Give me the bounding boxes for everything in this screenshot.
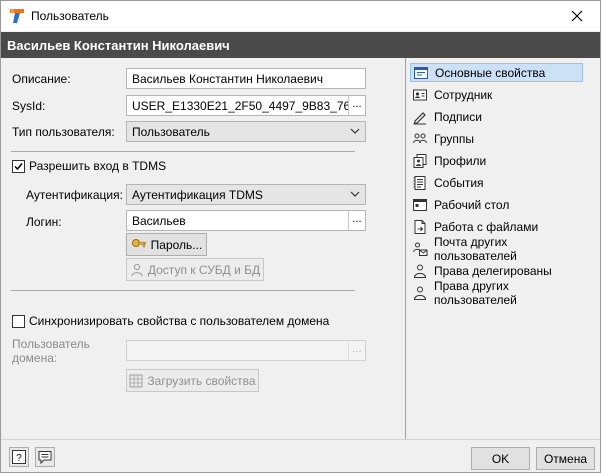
profiles-icon [413,153,427,168]
table-icon [129,374,143,387]
domain-user-field[interactable]: ... [126,340,366,361]
nav-item-other-users-rights[interactable]: Права других пользователей [410,279,583,307]
nav-item-signatures[interactable]: Подписи [410,107,583,126]
nav-item-label: События [434,175,484,190]
user-name-header: Васильев Константин Николаевич [1,32,600,58]
nav-item-delegated-rights[interactable]: Права делегированы [410,261,583,280]
svg-text:?: ? [16,453,22,464]
dialog-footer: ? OK Отмена [1,439,600,472]
chevron-down-icon [350,128,360,134]
user-type-select[interactable]: Пользователь [126,121,366,142]
user-type-label: Тип пользователя: [12,125,115,139]
description-field[interactable]: Васильев Константин Николаевич [126,68,366,89]
main-properties-panel: Описание: Васильев Константин Николаевич… [1,58,404,438]
nav-item-label: Работа с файлами [434,219,539,234]
employee-icon [413,89,427,100]
comment-button[interactable] [35,447,55,467]
description-label: Описание: [12,72,71,86]
nav-item-groups[interactable]: Группы [410,129,583,148]
person-icon [131,263,143,276]
login-label: Логин: [26,215,62,229]
sysid-value: USER_E1330E21_2F50_4497_9B83_7663017 [132,99,366,113]
files-icon [414,219,426,234]
nav-item-events[interactable]: События [410,173,583,192]
dbms-access-button-label: Доступ к СУБД и БД [147,262,261,277]
nav-item-label: Сотрудник [434,87,493,102]
nav-item-desktop[interactable]: Рабочий стол [410,195,583,214]
help-icon: ? [12,450,26,464]
login-value: Васильев [132,214,186,228]
close-button[interactable] [554,1,600,31]
nav-item-label: Права делегированы [434,263,552,278]
sync-domain-label: Синхронизировать свойства с пользователе… [29,314,330,328]
nav-item-label: Рабочий стол [434,197,510,212]
separator [11,151,355,152]
auth-value: Аутентификация TDMS [132,188,263,202]
groups-icon [413,133,427,143]
load-properties-button-label: Загрузить свойства [147,373,256,388]
checkbox-checked-icon [12,159,25,173]
events-icon [413,175,426,190]
chevron-down-icon [350,191,360,197]
nav-item-files[interactable]: Работа с файлами [410,217,583,236]
nav-item-label: Группы [434,131,474,146]
nav-item-profiles[interactable]: Профили [410,151,583,170]
nav-item-label: Почта других пользователей [434,234,517,263]
load-properties-button[interactable]: Загрузить свойства [126,369,259,392]
title-bar: Пользователь [1,1,600,31]
other-users-rights-icon [413,286,427,300]
login-browse-button[interactable]: ... [348,211,365,230]
nav-item-label: Основные свойства [435,65,546,80]
nav-item-label: Подписи [434,109,482,124]
window-title: Пользователь [31,9,109,23]
mail-users-icon [413,242,428,256]
user-type-value: Пользователь [132,125,210,139]
domain-user-label: Пользователь домена: [12,337,90,365]
sysid-field[interactable]: USER_E1330E21_2F50_4497_9B83_7663017 ... [126,95,366,116]
cancel-button[interactable]: Отмена [536,447,595,470]
close-icon [571,10,583,22]
nav-item-other-users-mail[interactable]: Почта других пользователей [410,235,583,263]
properties-icon [414,66,428,79]
password-button[interactable]: Пароль... [126,233,207,256]
section-navigation: Основные свойства Сотрудник Подписи Груп… [405,58,600,439]
auth-label: Аутентификация: [26,188,123,202]
description-value: Васильев Константин Николаевич [132,72,323,86]
checkbox-unchecked-icon [12,314,25,328]
sysid-label: SysId: [12,99,46,113]
nav-item-main-properties[interactable]: Основные свойства [410,63,583,82]
nav-item-label: Профили [434,153,487,168]
delegated-rights-icon [413,264,427,278]
nav-item-label: Права других пользователей [434,278,517,307]
auth-select[interactable]: Аутентификация TDMS [126,184,366,205]
tdms-app-icon [10,9,24,23]
help-button[interactable]: ? [9,447,29,467]
nav-item-employee[interactable]: Сотрудник [410,85,583,104]
user-dialog: Пользователь Васильев Константин Николае… [0,0,601,473]
allow-login-label: Разрешить вход в TDMS [29,159,167,173]
key-icon [131,238,146,247]
domain-user-browse-button[interactable]: ... [348,341,365,360]
comment-icon [38,451,52,464]
sysid-browse-button[interactable]: ... [348,96,365,115]
ok-button[interactable]: OK [471,447,530,470]
separator [11,290,355,291]
password-button-label: Пароль... [150,237,203,252]
sync-domain-checkbox[interactable]: Синхронизировать свойства с пользователе… [12,314,329,328]
login-field[interactable]: Васильев ... [126,210,366,231]
signature-icon [413,111,426,124]
allow-login-checkbox[interactable]: Разрешить вход в TDMS [12,159,166,173]
desktop-icon [413,198,427,211]
dbms-access-button[interactable]: Доступ к СУБД и БД [126,258,264,281]
